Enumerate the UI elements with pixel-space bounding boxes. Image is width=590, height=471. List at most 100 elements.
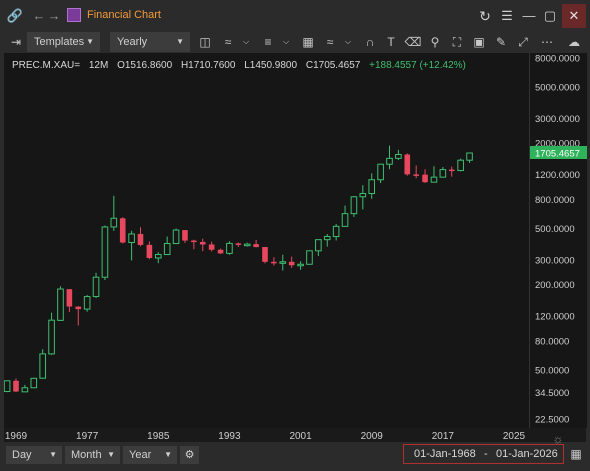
year-label: Year (129, 449, 152, 461)
minimize-icon[interactable]: — (520, 7, 538, 25)
expand-icon[interactable]: ⤢ (513, 32, 533, 52)
candle-body (101, 226, 109, 278)
chevron-down-icon[interactable]: ⌵ (338, 32, 358, 52)
candle-body (182, 230, 188, 241)
cloud-icon[interactable]: ☁ (562, 32, 586, 52)
candle (323, 234, 331, 247)
link-icon[interactable]: 🔗 (6, 7, 24, 25)
app-icon (67, 8, 81, 22)
candle (57, 286, 64, 321)
edit-chart-icon[interactable]: ✎ (491, 32, 511, 52)
candle (332, 223, 340, 241)
symbol-label: PREC.M.XAU= (12, 60, 81, 71)
candle-body (359, 193, 367, 198)
high-value: H1710.7600 (180, 60, 236, 71)
candle (217, 248, 224, 254)
title-bar: 🔗 ← → Financial Chart ↻ ☰ — ▢ ✕ (0, 0, 590, 33)
candle-body (430, 176, 438, 183)
candle (83, 295, 91, 312)
time-axis[interactable]: 1969 1977 1985 1993 2001 2009 2017 2025 (4, 428, 586, 442)
candle-body (57, 288, 64, 321)
chart-plot-area[interactable] (3, 53, 529, 428)
candle (30, 377, 38, 389)
list-icon[interactable]: ≡ (258, 32, 278, 52)
candle (386, 145, 393, 170)
candle (21, 384, 29, 393)
date-from: 01-Jan-1968 (414, 448, 476, 460)
day-dropdown[interactable]: Day ▼ (6, 446, 62, 464)
refresh-icon[interactable]: ↻ (476, 7, 494, 25)
candle-body (395, 154, 402, 159)
candle (235, 242, 242, 247)
candlestick-icon[interactable]: ◫ (195, 32, 215, 52)
candle (92, 272, 100, 299)
interval-dropdown[interactable]: Yearly ▼ (110, 32, 190, 52)
caret-down-icon: ▼ (86, 37, 94, 46)
candle (226, 241, 233, 255)
price-axis-label: 80.0000 (535, 337, 569, 348)
forward-arrow-icon[interactable]: → (45, 7, 63, 25)
candle (199, 238, 206, 252)
candle-body (92, 276, 100, 298)
date-range-field[interactable]: 01-Jan-1968 - 01-Jan-2026 (403, 444, 564, 464)
price-axis-label: 1200.0000 (535, 170, 580, 181)
candle-body (350, 196, 358, 215)
window-title: Financial Chart (87, 9, 161, 21)
wave-icon[interactable]: ≈ (320, 32, 340, 52)
candle (243, 242, 251, 247)
zoom-icon[interactable]: ⚲ (425, 32, 445, 52)
magnet-icon[interactable]: ∩ (360, 32, 380, 52)
chevron-down-icon[interactable]: ⌵ (236, 32, 256, 52)
price-axis-label: 300.0000 (535, 255, 575, 266)
candle (163, 236, 171, 256)
menu-icon[interactable]: ☰ (498, 7, 516, 25)
candle-body (422, 174, 428, 183)
candle-body (217, 249, 224, 254)
fit-screen-icon[interactable]: ⛶ (447, 32, 467, 52)
candle-body (30, 377, 38, 389)
candle-body (119, 218, 126, 243)
layout-grid-icon[interactable]: ▦ (298, 32, 318, 52)
candle (341, 205, 349, 227)
templates-dropdown[interactable]: Templates ▼ (27, 32, 100, 52)
chevron-down-icon[interactable]: ⌵ (276, 32, 296, 52)
calendar-icon[interactable]: ▦ (566, 444, 586, 464)
candle (368, 173, 376, 199)
time-axis-label: 1969 (5, 431, 28, 442)
year-dropdown[interactable]: Year ▼ (123, 446, 177, 464)
candle-body (75, 306, 82, 310)
price-axis-label: 500.0000 (535, 224, 575, 235)
candle-body (154, 254, 162, 259)
candle-body (323, 236, 331, 241)
candle-body (262, 247, 268, 262)
candle-body (128, 233, 135, 244)
chart-toolbar: ⇥ Templates ▼ Yearly ▼ ◫ ≈ ⌵ ≡ ⌵ ▦ ≈ ⌵ ∩… (0, 32, 590, 52)
candle-body (404, 154, 411, 175)
period-label: 12M (88, 60, 109, 71)
indicator-icon[interactable]: ≈ (218, 32, 238, 52)
price-axis[interactable]: 8000.0000 5000.0000 3000.0000 2000.0000 1200… (529, 53, 587, 428)
text-tool-icon[interactable]: T (381, 32, 401, 52)
candle-body (288, 261, 295, 266)
month-dropdown[interactable]: Month ▼ (65, 446, 120, 464)
price-axis-labels: 8000.00005000.00003000.00002000.00001200… (530, 54, 587, 426)
candle (359, 185, 367, 210)
settings-gear-button[interactable]: ⚙ (180, 446, 199, 464)
time-axis-label: 1977 (76, 431, 99, 442)
candle-body (163, 243, 171, 256)
candle (110, 195, 118, 231)
more-options-icon[interactable]: ⋯ (537, 32, 557, 52)
maximize-icon[interactable]: ▢ (541, 7, 559, 25)
collapse-panel-icon[interactable]: ⇥ (6, 32, 26, 52)
close-button[interactable]: ✕ (562, 4, 586, 28)
candle-body (21, 387, 29, 393)
candle (279, 254, 287, 271)
caret-down-icon: ▼ (176, 37, 184, 46)
candle (182, 230, 188, 243)
candle-body (448, 169, 455, 172)
crop-icon[interactable]: ▣ (469, 32, 489, 52)
candle (413, 165, 419, 179)
candle (271, 257, 277, 266)
insert-text-icon[interactable]: ⌫ (403, 32, 423, 52)
date-separator: - (484, 448, 488, 460)
